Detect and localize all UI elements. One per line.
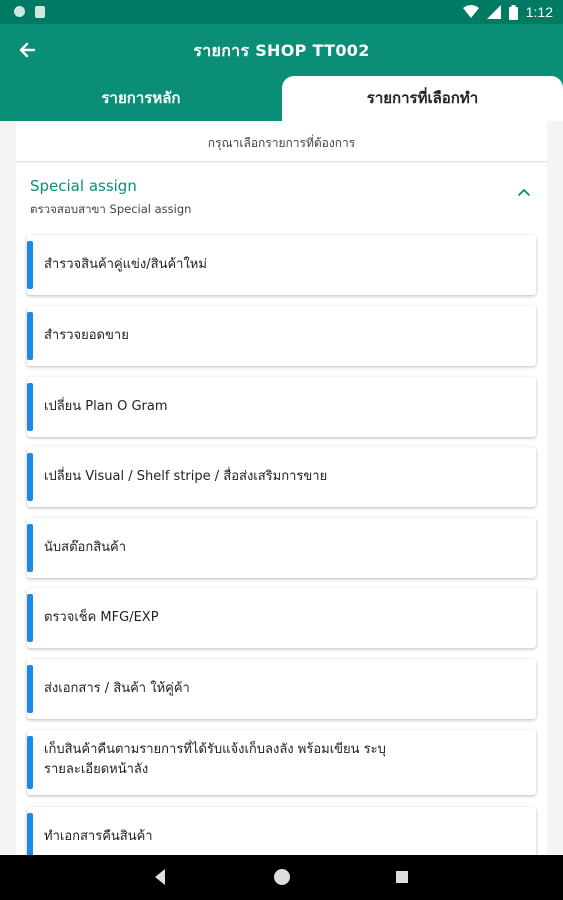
list-item[interactable]: สำรวจสินค้าคู่แข่ง/สินค้าใหม่	[27, 235, 536, 295]
item-accent-bar	[27, 665, 33, 713]
battery-icon	[508, 4, 518, 20]
nav-recents-icon[interactable]	[395, 870, 409, 884]
item-accent-bar	[27, 241, 33, 289]
section-subtitle: ตรวจสอบสาขา Special assign	[30, 202, 192, 216]
page-title: รายการ SHOP TT002	[193, 41, 370, 60]
content-area: กรุณาเลือกรายการที่ต้องการ Special assig…	[0, 121, 563, 855]
list-item[interactable]: เปลี่ยน Plan O Gram	[27, 377, 536, 437]
tab-selected-items[interactable]: รายการที่เลือกทำ	[282, 76, 563, 121]
system-nav-bar	[0, 855, 563, 900]
wifi-icon	[462, 5, 479, 18]
item-label: สำรวจสินค้าคู่แข่ง/สินค้าใหม่	[44, 257, 207, 272]
nav-home-icon[interactable]	[272, 867, 292, 887]
item-label: เปลี่ยน Visual / Shelf stripe / สื่อส่งเ…	[44, 469, 328, 484]
item-label: ทำเอกสารคืนสินค้า	[44, 829, 153, 844]
nav-back-icon[interactable]	[153, 868, 167, 886]
status-bar: 1:12	[0, 0, 563, 24]
list-item[interactable]: ส่งเอกสาร / สินค้า ให้คู่ค้า	[27, 659, 536, 719]
list-item[interactable]: เปลี่ยน Visual / Shelf stripe / สื่อส่งเ…	[27, 447, 536, 507]
item-label: เก็บสินค้าคืนตามรายการที่ได้รับแจ้งเก็บล…	[44, 742, 386, 777]
signal-icon	[486, 5, 501, 19]
app-bar: รายการ SHOP TT002	[0, 24, 563, 76]
item-accent-bar	[27, 736, 33, 789]
item-label: ตรวจเช็ค MFG/EXP	[44, 610, 159, 625]
task-list: สำรวจสินค้าคู่แข่ง/สินค้าใหม่ สำรวจยอดขา…	[16, 227, 547, 855]
section-header-special-assign[interactable]: Special assign ตรวจสอบสาขา Special assig…	[16, 163, 547, 227]
tab-bar: รายการหลัก รายการที่เลือกทำ	[0, 76, 563, 121]
item-accent-bar	[27, 312, 33, 360]
list-item[interactable]: เก็บสินค้าคืนตามรายการที่ได้รับแจ้งเก็บล…	[27, 730, 536, 795]
tab-main-items[interactable]: รายการหลัก	[0, 76, 282, 121]
section-title: Special assign	[30, 177, 137, 195]
item-accent-bar	[27, 594, 33, 642]
list-item[interactable]: ตรวจเช็ค MFG/EXP	[27, 588, 536, 648]
list-item[interactable]: นับสต๊อกสินค้า	[27, 518, 536, 578]
item-label: สำรวจยอดขาย	[44, 328, 129, 343]
clock-time: 1:12	[525, 4, 553, 20]
item-accent-bar	[27, 453, 33, 501]
list-item[interactable]: สำรวจยอดขาย	[27, 306, 536, 366]
sd-card-icon	[35, 6, 45, 18]
item-label: เปลี่ยน Plan O Gram	[44, 399, 168, 414]
item-label: ส่งเอกสาร / สินค้า ให้คู่ค้า	[44, 681, 190, 696]
item-accent-bar	[27, 383, 33, 431]
item-accent-bar	[27, 524, 33, 572]
chevron-up-icon[interactable]	[517, 187, 531, 197]
item-accent-bar	[27, 813, 33, 855]
item-label: นับสต๊อกสินค้า	[44, 540, 127, 555]
list-item[interactable]: ทำเอกสารคืนสินค้า	[27, 807, 536, 855]
instruction-text: กรุณาเลือกรายการที่ต้องการ	[16, 121, 547, 162]
notification-dot-icon	[14, 6, 25, 17]
